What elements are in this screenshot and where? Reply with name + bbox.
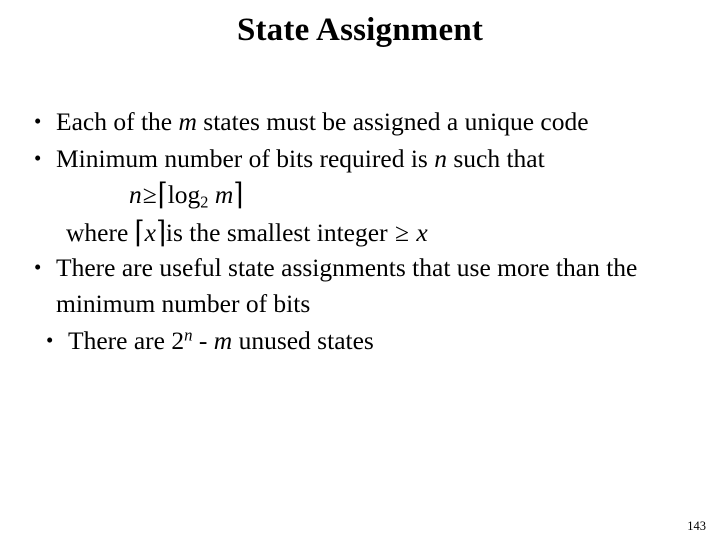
math-block: n≥⌈log2 m⌉ where ⌈x⌉is the smallest inte… xyxy=(34,177,690,250)
list-item: • There are 2n - m unused states xyxy=(34,323,690,359)
ceiling-close-bracket-icon: ⌉ xyxy=(233,177,244,212)
page-title: State Assignment xyxy=(236,12,484,48)
ceiling-open-bracket-icon: ⌈ xyxy=(157,177,168,212)
formula-var-n: n xyxy=(129,180,142,210)
bullet-4-var-m: m xyxy=(213,325,233,355)
slide-body: • Each of the m states must be assigned … xyxy=(34,104,690,360)
formula-where-clause: where ⌈x⌉is the smallest integer ≥ x xyxy=(34,215,690,251)
list-item: • There are useful state assignments tha… xyxy=(34,250,690,321)
ceiling-open-bracket-icon: ⌈ xyxy=(134,215,145,250)
list-item-text: There are useful state assignments that … xyxy=(56,253,638,319)
bullet-4-part-5: unused states xyxy=(232,325,374,355)
bullet-1-part-1: Each of the xyxy=(56,107,179,136)
bullet-2-part-3: such that xyxy=(446,143,545,173)
bullet-1-var-m: m xyxy=(178,107,197,136)
bullet-1-part-3: states must be assigned a unique code xyxy=(196,107,589,136)
bullet-2-part-1: Minimum number of bits required is xyxy=(56,143,435,173)
bullet-icon: • xyxy=(46,327,54,352)
where-trail-var-x: x xyxy=(416,217,428,247)
bullet-4-exponent-n: n xyxy=(184,325,193,345)
where-var-x: x xyxy=(144,217,156,247)
bullet-icon: • xyxy=(34,109,42,133)
bullet-4-part-1: There are 2 xyxy=(68,325,185,355)
formula-ceiling-log: n≥⌈log2 m⌉ xyxy=(34,177,690,214)
formula-log: log xyxy=(167,180,201,210)
bullet-icon: • xyxy=(34,255,42,280)
page-number: 143 xyxy=(687,518,706,533)
formula-var-m: m xyxy=(214,180,234,210)
bullet-4-part-3: - xyxy=(192,325,214,355)
slide-canvas: State Assignment • Each of the m states … xyxy=(0,0,720,540)
bullet-2-var-n: n xyxy=(434,143,447,173)
list-item-text: Each of the m states must be assigned a … xyxy=(56,104,690,140)
greater-equal-icon: ≥ xyxy=(142,180,157,210)
list-item-text: There are 2n - m unused states xyxy=(68,323,690,359)
where-middle: is the smallest integer xyxy=(165,217,394,247)
ceiling-close-bracket-icon: ⌉ xyxy=(155,215,166,250)
list-item: • Minimum number of bits required is n s… xyxy=(34,141,690,177)
bullet-icon: • xyxy=(34,145,42,170)
list-item: • Each of the m states must be assigned … xyxy=(34,104,690,140)
where-lead: where xyxy=(66,217,135,247)
greater-equal-icon: ≥ xyxy=(394,217,409,247)
list-item-text: Minimum number of bits required is n suc… xyxy=(56,141,690,177)
